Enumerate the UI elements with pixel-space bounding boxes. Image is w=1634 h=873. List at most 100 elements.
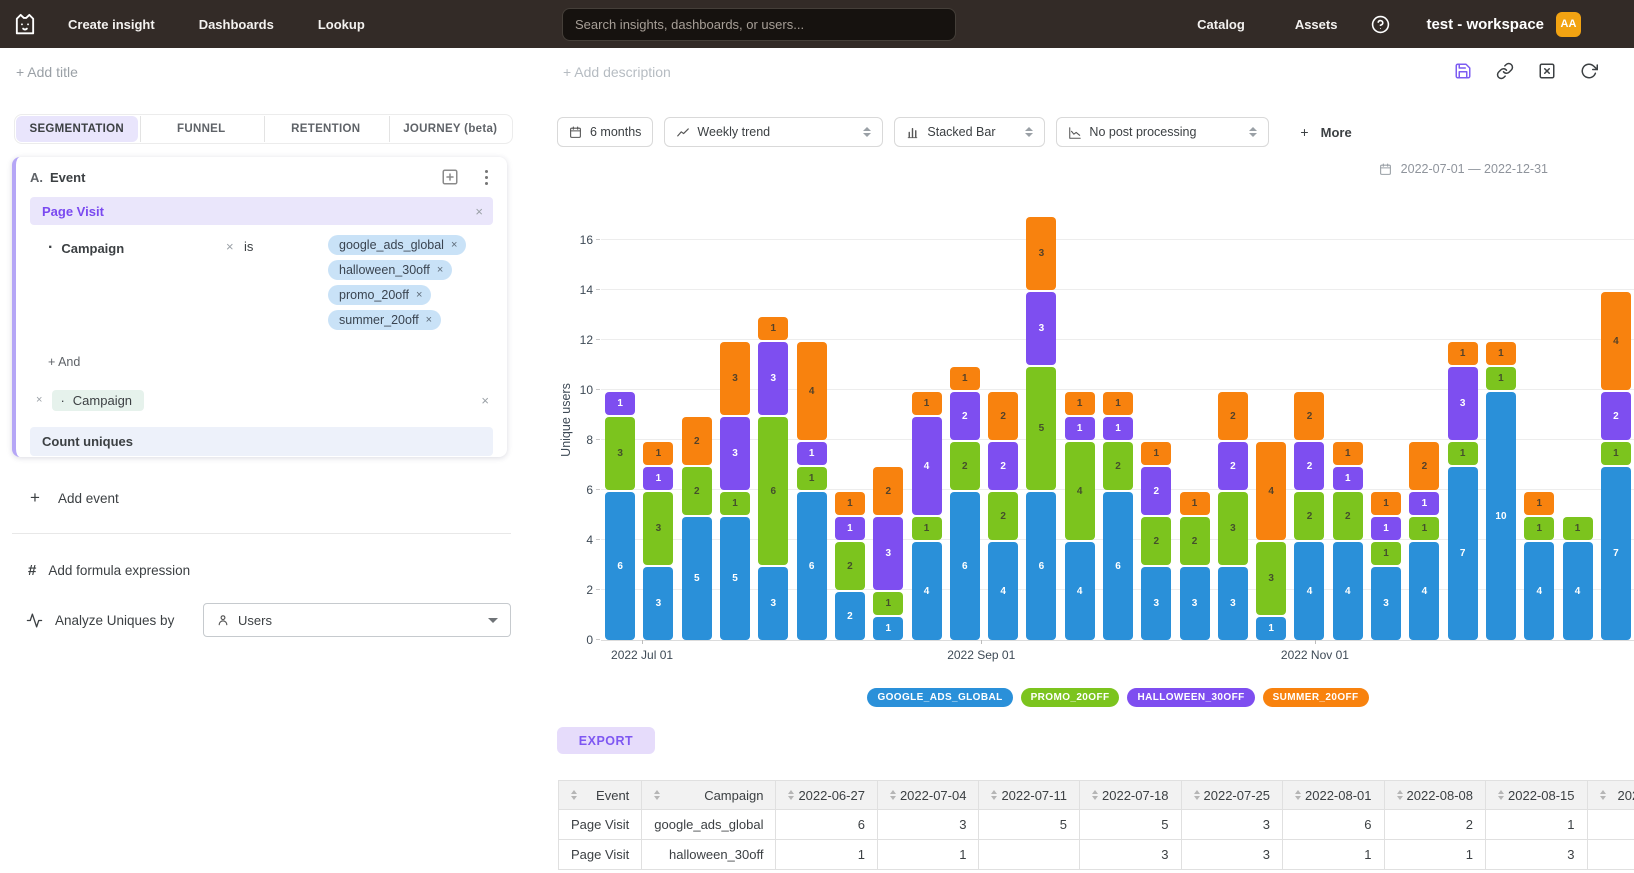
search-input[interactable] <box>562 8 956 41</box>
filter-value-tag[interactable]: summer_20off× <box>328 310 441 330</box>
sort-icon[interactable] <box>1498 790 1504 800</box>
add-and-condition[interactable]: + And <box>48 355 493 373</box>
legend-pill-promo-20off[interactable]: PROMO_20OFF <box>1021 688 1120 707</box>
analyze-by-select[interactable]: Users <box>203 603 511 637</box>
y-tick-mark <box>596 489 600 490</box>
breakdown-row: × · Campaign × <box>30 387 493 413</box>
nav-item-lookup[interactable]: Lookup <box>318 17 365 32</box>
breakdown-property-label: Campaign <box>73 393 132 408</box>
tab-retention[interactable]: RETENTION <box>264 116 387 142</box>
help-icon[interactable] <box>1371 15 1390 34</box>
sort-icon[interactable] <box>1092 790 1098 800</box>
remove-breakdown-icon[interactable]: × <box>36 395 42 406</box>
sort-icon[interactable] <box>571 790 577 800</box>
column-header-2022-07-18[interactable]: 2022-07-18 <box>1080 781 1182 810</box>
legend-pill-summer-20off[interactable]: SUMMER_20OFF <box>1263 688 1369 707</box>
add-description-button[interactable]: + Add description <box>563 64 671 80</box>
remove-event-icon[interactable]: × <box>475 205 483 218</box>
sort-icon[interactable] <box>1194 790 1200 800</box>
column-header-event[interactable]: Event <box>559 781 642 810</box>
event-selector[interactable]: Page Visit × <box>30 197 493 225</box>
nav-item-dashboards[interactable]: Dashboards <box>199 17 274 32</box>
bar-segment-halloween-30off: 3 <box>1448 367 1478 440</box>
remove-value-icon[interactable]: × <box>416 290 422 301</box>
filter-operator[interactable]: is <box>244 239 253 254</box>
analyze-by-row: Analyze Uniques by <box>26 612 174 629</box>
event-card: A. Event Page Visit × · Campaign × is go… <box>12 157 507 457</box>
bar-segment-promo-20off: 2 <box>682 467 712 515</box>
export-button[interactable]: EXPORT <box>557 727 655 754</box>
link-icon[interactable] <box>1496 62 1514 80</box>
bar-segment-summer-20off: 1 <box>835 492 865 515</box>
sort-icon[interactable] <box>788 790 794 800</box>
x-tick-label: 2022 Sep 01 <box>916 648 1046 662</box>
filter-value-tag[interactable]: halloween_30off× <box>328 260 452 280</box>
add-formula-button[interactable]: # Add formula expression <box>28 562 190 579</box>
chart-legend: GOOGLE_ADS_GLOBAL PROMO_20OFF HALLOWEEN_30… <box>601 688 1634 707</box>
table-cell <box>979 840 1080 870</box>
bar-segment-promo-20off: 3 <box>1218 492 1248 565</box>
bar-segment-summer-20off: 1 <box>1180 492 1210 515</box>
add-title-button[interactable]: + Add title <box>16 64 78 80</box>
kebab-menu-icon[interactable] <box>479 168 493 186</box>
remove-breakdown-row-icon[interactable]: × <box>481 394 489 407</box>
remove-value-icon[interactable]: × <box>437 265 443 276</box>
bar-segment-promo-20off: 2 <box>1333 492 1363 540</box>
column-header-2022-08-08[interactable]: 2022-08-08 <box>1384 781 1486 810</box>
bar-segment-google-ads-global: 6 <box>1103 492 1133 640</box>
filter-value-tag[interactable]: promo_20off× <box>328 285 431 305</box>
tab-funnel[interactable]: FUNNEL <box>140 116 263 142</box>
legend-pill-halloween-30off[interactable]: HALLOWEEN_30OFF <box>1127 688 1254 707</box>
remove-value-icon[interactable]: × <box>426 315 432 326</box>
legend-pill-google-ads-global[interactable]: GOOGLE_ADS_GLOBAL <box>867 688 1012 707</box>
filter-value-tag[interactable]: google_ads_global× <box>328 235 466 255</box>
column-header-2022-08-01[interactable]: 2022-08-01 <box>1283 781 1385 810</box>
sort-icon[interactable] <box>1295 790 1301 800</box>
trend-select[interactable]: Weekly trend <box>664 117 883 147</box>
sort-icon[interactable] <box>890 790 896 800</box>
filter-property[interactable]: · Campaign <box>48 239 124 257</box>
more-button[interactable]: + More <box>1300 124 1351 140</box>
date-window-button[interactable]: 6 months <box>557 117 653 147</box>
close-square-icon[interactable] <box>1538 62 1556 80</box>
column-header-2022-08-15[interactable]: 2022-08-15 <box>1486 781 1588 810</box>
sort-icon[interactable] <box>654 790 660 800</box>
save-icon[interactable] <box>1454 62 1472 80</box>
column-header-2022-07-11[interactable]: 2022-07-11 <box>979 781 1080 810</box>
nav-item-assets[interactable]: Assets <box>1295 17 1338 32</box>
tab-segmentation[interactable]: SEGMENTATION <box>16 116 138 142</box>
cat-logo-icon[interactable] <box>10 9 40 39</box>
workspace-menu[interactable]: test - workspace <box>1426 16 1544 33</box>
column-header-202[interactable]: 202 <box>1587 781 1634 810</box>
tab-journey-beta[interactable]: JOURNEY (beta) <box>389 116 512 142</box>
breakdown-property[interactable]: · Campaign <box>52 390 144 411</box>
post-processing-select[interactable]: No post processing <box>1056 117 1269 147</box>
bar-segment-summer-20off: 2 <box>1218 392 1248 440</box>
column-header-campaign[interactable]: Campaign <box>642 781 776 810</box>
chart-type-select[interactable]: Stacked Bar <box>894 117 1045 147</box>
table-cell <box>1587 840 1634 870</box>
results-table: EventCampaign2022-06-272022-07-042022-07… <box>558 780 1634 870</box>
duplicate-event-icon[interactable] <box>441 168 459 186</box>
add-event-button[interactable]: + Add event <box>30 488 119 508</box>
refresh-icon[interactable] <box>1580 62 1598 80</box>
measure-selector[interactable]: Count uniques <box>30 427 493 456</box>
avatar[interactable]: AA <box>1556 12 1581 37</box>
column-header-2022-06-27[interactable]: 2022-06-27 <box>776 781 878 810</box>
remove-value-icon[interactable]: × <box>451 240 457 251</box>
remove-filter-icon[interactable]: × <box>226 240 234 253</box>
column-header-2022-07-25[interactable]: 2022-07-25 <box>1181 781 1283 810</box>
column-label: 2022-06-27 <box>798 788 865 803</box>
sort-icon[interactable] <box>1600 790 1606 800</box>
bar-segment-promo-20off: 1 <box>720 492 750 515</box>
bar-segment-google-ads-global: 6 <box>797 492 827 640</box>
date-range[interactable]: 2022-07-01 — 2022-12-31 <box>1379 162 1548 176</box>
bar-segment-google-ads-global: 4 <box>1524 542 1554 640</box>
sort-icon[interactable] <box>991 790 997 800</box>
nav-item-catalog[interactable]: Catalog <box>1197 17 1245 32</box>
sort-icon[interactable] <box>1397 790 1403 800</box>
bar-segment-summer-20off: 1 <box>758 317 788 340</box>
column-header-2022-07-04[interactable]: 2022-07-04 <box>877 781 979 810</box>
bar-segment-halloween-30off: 1 <box>1371 517 1401 540</box>
nav-item-create-insight[interactable]: Create insight <box>68 17 155 32</box>
